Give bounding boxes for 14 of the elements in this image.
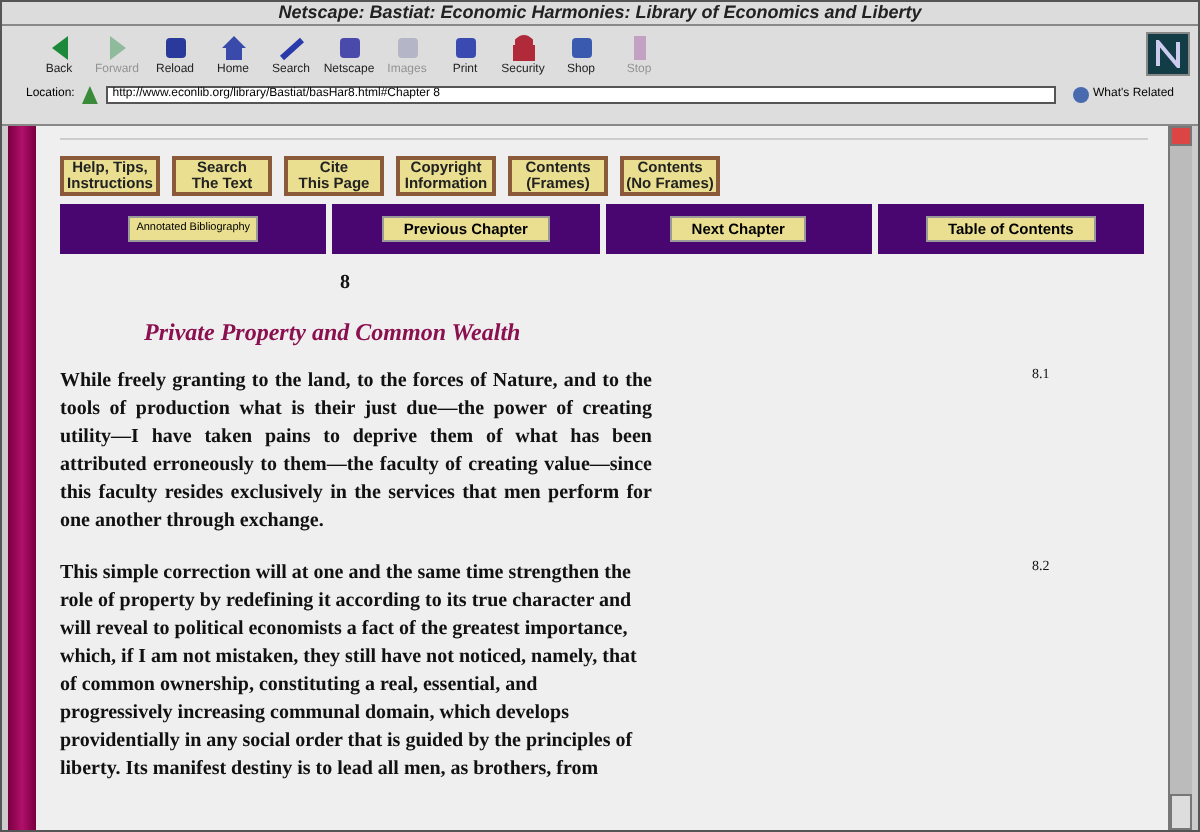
paragraph: While freely granting to the land, to the forces of Nature, and to the tools of production what is their just due—the power of creating utility—I have taken pains to deprive them of what has been attributed erroneously to them—the faculty of creating value—since this faculty resides exclusively in the services that men perform for one another through exchange.: [60, 368, 652, 536]
paragraph: This simple correction will at one and the same time strengthen the role of property by redefining it according to its true character and will reveal to political economists a fact of the greatest importance, which, if I am not mistaken, they still have not noticed, namely, that of common ownership, constituting a real, essential, and progressively increasing communal domain, which develops providentially in any social order that is guided by the principles of liberty. Its manifest destiny is to lead all men, as brothers, from: [60, 560, 639, 784]
chapter-title: Private Property and Common Wealth: [144, 320, 521, 344]
left-arrow-icon: [51, 36, 67, 60]
scroll-thumb[interactable]: [1170, 126, 1192, 146]
chapter-number: 8: [340, 274, 350, 294]
page-proxy-icon: [82, 85, 99, 103]
right-arrow-icon: [109, 36, 125, 60]
letter-n-icon: [1154, 40, 1182, 68]
security-icon: [507, 32, 539, 64]
globe-icon: [1071, 85, 1089, 103]
search-icon: [275, 32, 307, 64]
home-icon: [217, 32, 249, 64]
window-title: Netscape: Bastiat: Economic Harmonies: Library of Economics and Liberty: [278, 4, 922, 22]
